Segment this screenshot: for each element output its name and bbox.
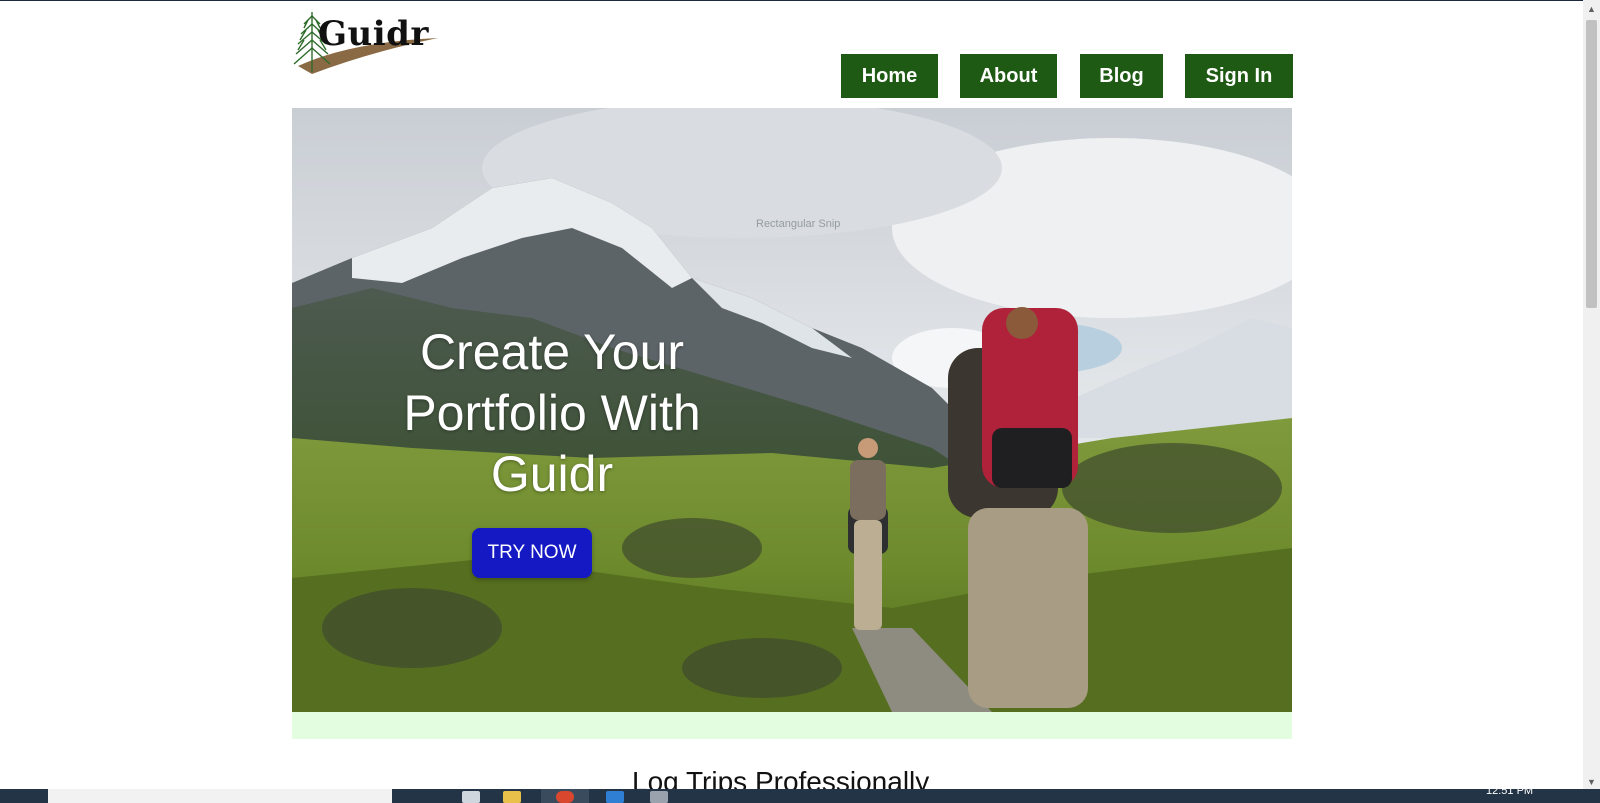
taskbar-clock[interactable]: 12:51 PM bbox=[1486, 789, 1533, 797]
vscode-icon[interactable] bbox=[606, 791, 624, 803]
hero-heading-line: Create Your bbox=[419, 324, 685, 380]
hero-footer-band bbox=[292, 712, 1292, 739]
window-top-border bbox=[0, 0, 1600, 1]
vertical-scrollbar[interactable]: ▲ ▼ bbox=[1583, 0, 1600, 790]
try-now-button[interactable]: TRY NOW bbox=[472, 528, 592, 578]
taskbar-search-box[interactable] bbox=[48, 789, 392, 803]
os-taskbar: 12:51 PM bbox=[0, 789, 1600, 803]
scroll-down-arrow-icon[interactable]: ▼ bbox=[1583, 773, 1600, 790]
hero-heading: Create Your Portfolio With Guidr bbox=[362, 322, 742, 505]
nav-home-button[interactable]: Home bbox=[841, 54, 938, 98]
nav-about-button[interactable]: About bbox=[960, 54, 1057, 98]
scroll-up-arrow-icon[interactable]: ▲ bbox=[1583, 0, 1600, 17]
nav-blog-button[interactable]: Blog bbox=[1080, 54, 1163, 98]
snip-tooltip: Rectangular Snip bbox=[756, 218, 841, 230]
nav-sign-in-button[interactable]: Sign In bbox=[1185, 54, 1293, 98]
hero-heading-line: Portfolio With bbox=[403, 385, 701, 441]
chrome-icon[interactable] bbox=[556, 791, 574, 803]
hero-heading-line: Guidr bbox=[490, 446, 614, 502]
task-view-icon[interactable] bbox=[462, 791, 480, 803]
hero-banner: Rectangular Snip Create Your Portfolio W… bbox=[292, 108, 1292, 712]
app-icon[interactable] bbox=[650, 791, 668, 803]
guidr-logo[interactable]: Guidr bbox=[290, 8, 440, 78]
scroll-thumb[interactable] bbox=[1586, 20, 1597, 308]
file-explorer-icon[interactable] bbox=[503, 791, 521, 803]
brand-name: Guidr bbox=[318, 14, 429, 54]
